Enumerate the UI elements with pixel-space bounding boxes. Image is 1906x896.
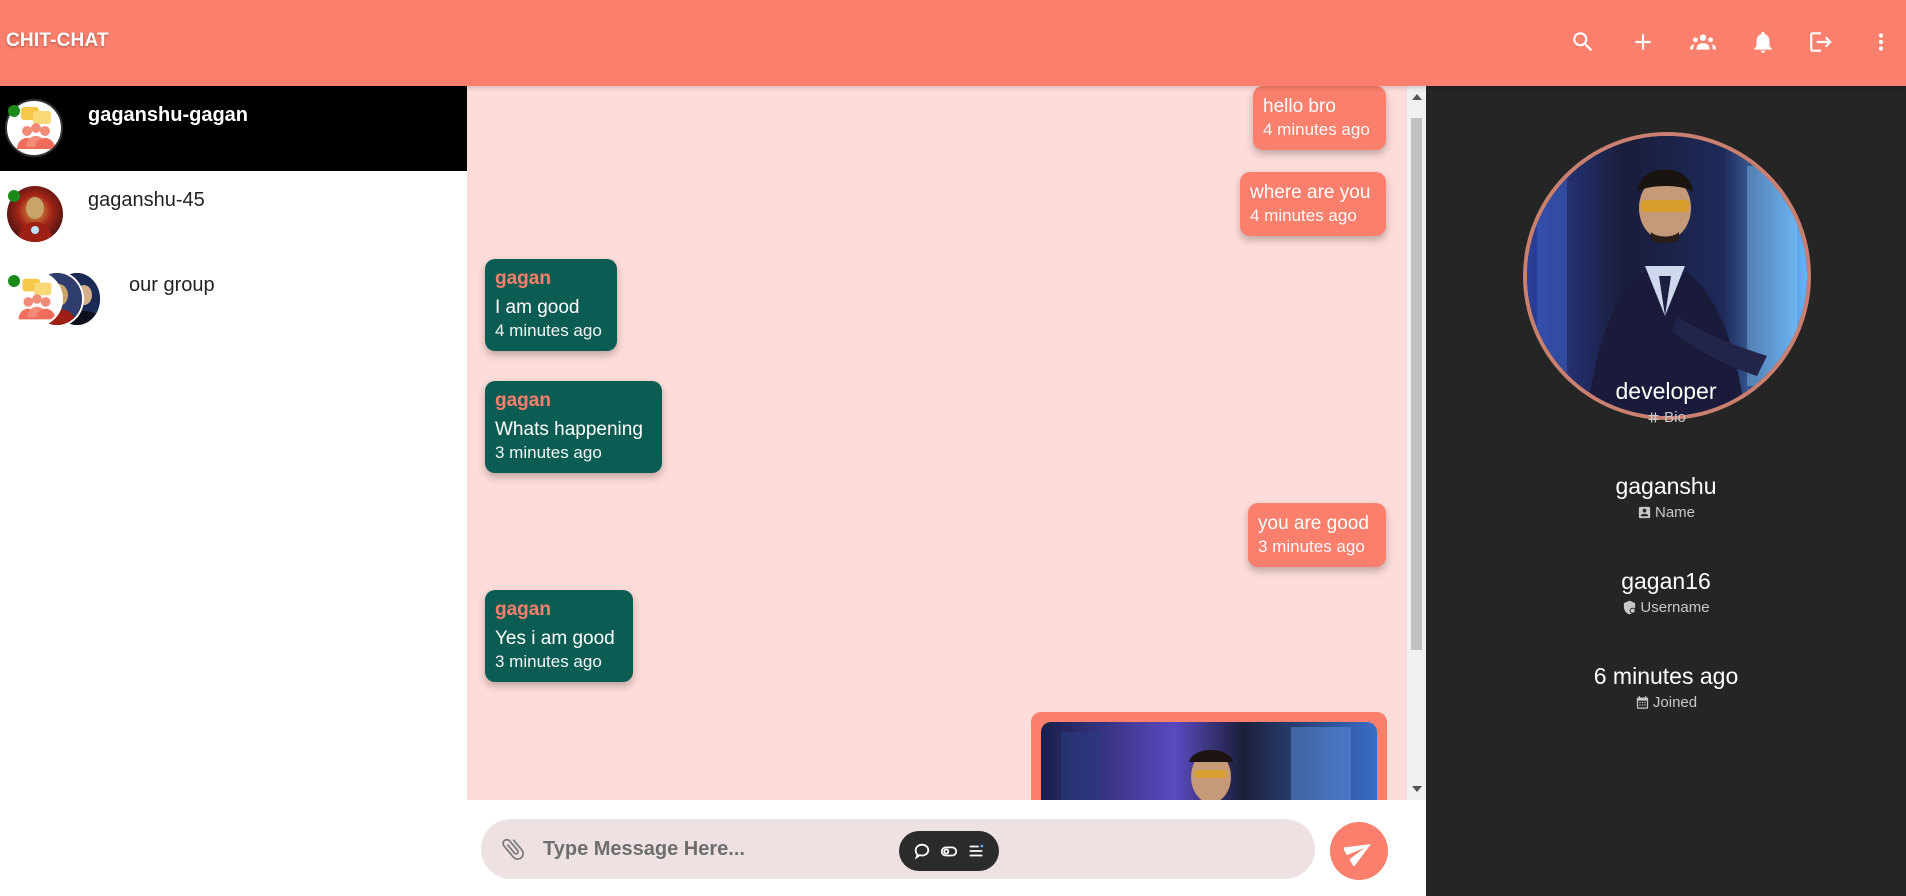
message-image[interactable]	[1041, 722, 1377, 800]
message-text: I am good	[495, 297, 580, 318]
message-sender: gagan	[495, 390, 551, 411]
message-sender: gagan	[495, 599, 551, 620]
app-title: CHIT-CHAT	[6, 30, 109, 51]
send-button[interactable]	[1330, 822, 1388, 880]
username-value: gagan16	[1621, 568, 1711, 594]
name-label: Name	[1654, 504, 1695, 521]
message-time: 4 minutes ago	[1250, 206, 1357, 225]
message-bubble: hello bro 4 minutes ago	[1253, 86, 1386, 150]
message-bubble: you are good 3 minutes ago	[1248, 503, 1386, 567]
floating-toolbar	[899, 831, 999, 871]
bio-label: Bio	[1664, 409, 1686, 426]
online-indicator	[8, 275, 20, 287]
conversation-name: gaganshu-45	[88, 189, 205, 211]
groups-icon[interactable]	[1685, 24, 1721, 60]
chat-scrollbar[interactable]	[1407, 86, 1426, 800]
chat-app: CHIT-CHAT gaganshu-gagan gaganshu-45 our…	[0, 0, 1906, 896]
message-time: 3 minutes ago	[495, 443, 602, 462]
message-time: 4 minutes ago	[495, 321, 602, 340]
calendar-icon	[1636, 696, 1649, 709]
attach-icon[interactable]	[499, 835, 527, 863]
conversation-item[interactable]: our group	[0, 256, 467, 341]
username-label: Username	[1640, 599, 1710, 616]
conversation-item[interactable]: gaganshu-gagan	[0, 86, 467, 171]
logout-icon[interactable]	[1803, 24, 1839, 60]
scroll-thumb[interactable]	[1411, 118, 1422, 650]
more-vert-icon[interactable]	[1863, 24, 1899, 60]
message-bubble: where are you 4 minutes ago	[1240, 172, 1386, 236]
scroll-up-arrow[interactable]	[1412, 94, 1422, 100]
message-text: where are you	[1250, 182, 1371, 203]
name-value: gaganshu	[1615, 473, 1717, 499]
message-time: 3 minutes ago	[495, 652, 602, 671]
list-icon[interactable]	[967, 842, 985, 860]
message-time: 3 minutes ago	[1258, 537, 1365, 556]
chat-messages[interactable]: hello bro 4 minutes ago where are you 4 …	[467, 86, 1407, 800]
top-app-bar: CHIT-CHAT	[0, 0, 1906, 86]
message-text: hello bro	[1263, 96, 1336, 117]
conversation-item[interactable]: gaganshu-45	[0, 171, 467, 256]
profile-avatar[interactable]	[1523, 132, 1811, 420]
message-input-container	[481, 819, 1315, 879]
hashtag-icon	[1648, 412, 1659, 423]
contact-card-icon	[1638, 506, 1651, 519]
joined-value: 6 minutes ago	[1593, 663, 1739, 689]
message-input[interactable]	[543, 829, 1243, 869]
shield-user-icon	[1624, 600, 1636, 615]
message-text: Whats happening	[495, 419, 643, 440]
message-bubble: gagan Whats happening 3 minutes ago	[485, 381, 662, 473]
message-text: Yes i am good	[495, 628, 615, 649]
message-sender: gagan	[495, 268, 551, 289]
message-time: 4 minutes ago	[1263, 120, 1370, 139]
message-text: you are good	[1258, 513, 1369, 534]
profile-panel: developer Bio gaganshu Name gagan16 User…	[1426, 86, 1906, 896]
notifications-icon[interactable]	[1745, 24, 1781, 60]
username-field: gagan16 Username	[1426, 568, 1906, 620]
add-icon[interactable]	[1625, 24, 1661, 60]
bio-field: developer Bio	[1426, 378, 1906, 430]
joined-label: Joined	[1652, 694, 1698, 711]
message-composer	[467, 800, 1426, 896]
online-indicator	[8, 190, 20, 202]
conversation-name: gaganshu-gagan	[88, 104, 249, 126]
toggle-icon[interactable]	[940, 842, 958, 860]
search-icon[interactable]	[1565, 24, 1601, 60]
name-field: gaganshu Name	[1426, 473, 1906, 525]
conversation-name: our group	[129, 274, 215, 296]
message-bubble: gagan I am good 4 minutes ago	[485, 259, 617, 351]
online-indicator	[8, 105, 20, 117]
bio-value: developer	[1615, 378, 1717, 404]
comment-icon[interactable]	[913, 842, 931, 860]
joined-field: 6 minutes ago Joined	[1426, 663, 1906, 715]
message-bubble: gagan Yes i am good 3 minutes ago	[485, 590, 633, 682]
send-icon	[1344, 844, 1371, 866]
scroll-down-arrow[interactable]	[1412, 786, 1422, 792]
conversation-list: gaganshu-gagan gaganshu-45 our group	[0, 86, 467, 896]
image-message[interactable]	[1031, 712, 1387, 800]
